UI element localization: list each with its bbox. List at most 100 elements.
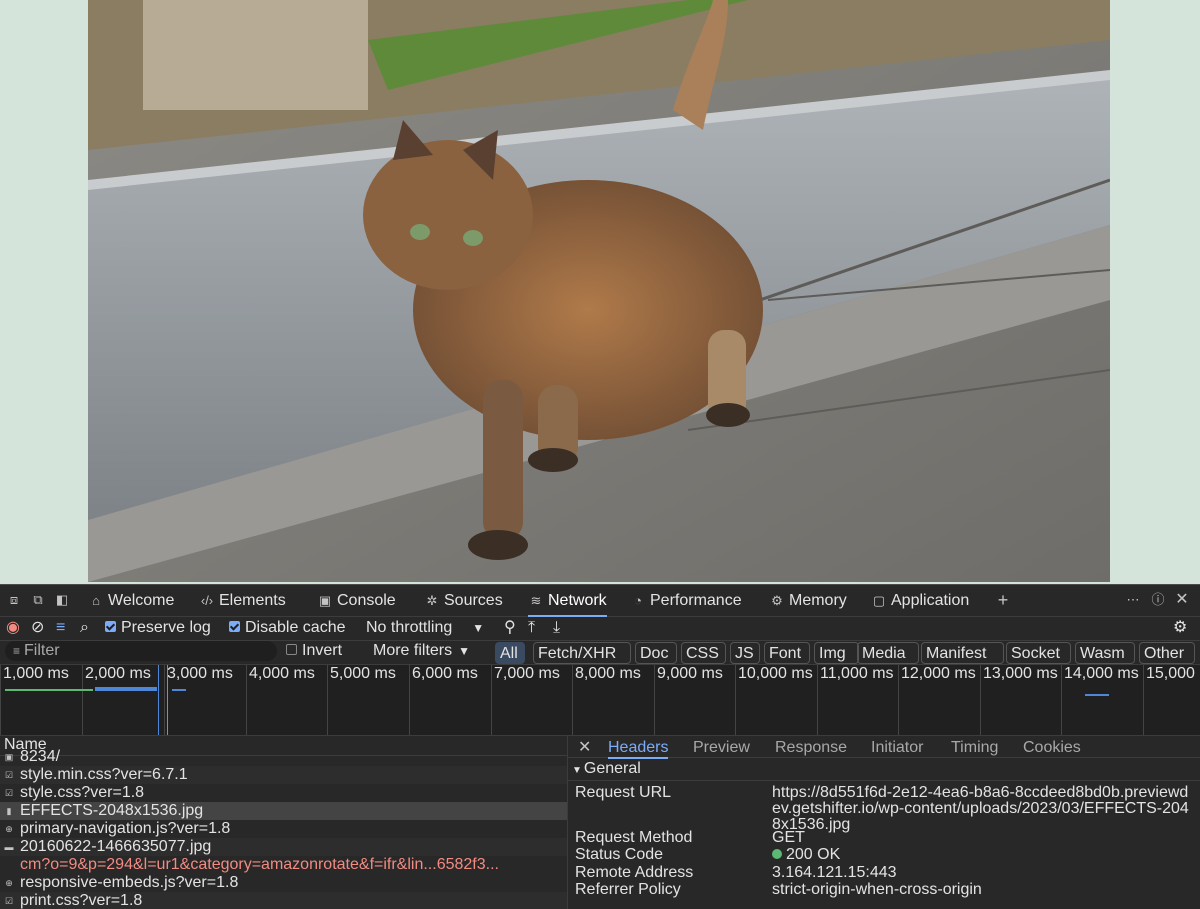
timeline-tick: 13,000 ms (980, 665, 1058, 735)
chevron-down-icon: ▼ (472, 621, 485, 635)
devtools-tabbar: ⧈ ⧉ ◧ ⌂ Welcome ‹/› Elements ▣ Console ✲ Sou… (0, 585, 1200, 617)
status-code-label: Status Code (575, 846, 664, 863)
filter-type-other[interactable]: Other (1139, 642, 1195, 664)
tab-performance[interactable]: ◔ Performance (630, 590, 742, 612)
filter-type-media[interactable]: Media (857, 642, 919, 664)
wifi-icon: ≋ (530, 593, 542, 608)
network-conditions-icon[interactable]: ⚲ (504, 619, 516, 637)
request-row[interactable]: ☑ style.css?ver=1.8 (0, 784, 567, 802)
request-url-value: https://8d551f6d-2e12-4ea6-b8a6-8ccdeed8… (772, 784, 1189, 833)
search-icon[interactable]: ⌕ (80, 619, 89, 637)
record-icon[interactable]: ◉ (6, 619, 20, 637)
referrer-policy-label: Referrer Policy (575, 881, 681, 898)
network-timeline-overview[interactable]: 1,000 ms 2,000 ms 3,000 ms 4,000 ms 5,00… (0, 664, 1200, 736)
remote-address-value: 3.164.121.15:443 (772, 864, 897, 881)
remote-address-label: Remote Address (575, 864, 694, 881)
filter-type-font[interactable]: Font (764, 642, 810, 664)
timeline-bar (95, 687, 157, 691)
network-lower-pane: Name ▣ 8234/ ☑ style.min.css?ver=6.7.1 ☑ st… (0, 735, 1200, 909)
filter-type-manifest[interactable]: Manifest (921, 642, 1004, 664)
filter-type-css[interactable]: CSS (681, 642, 726, 664)
export-har-icon[interactable]: ⤓ (553, 619, 560, 637)
filter-type-img[interactable]: Img (814, 642, 859, 664)
tab-memory[interactable]: ⚙ Memory (769, 590, 847, 612)
timeline-bar (1085, 694, 1109, 696)
filter-type-js[interactable]: JS (730, 642, 760, 664)
request-url-label: Request URL (575, 784, 672, 801)
filter-type-fetch-xhr[interactable]: Fetch/XHR (533, 642, 631, 664)
dock-side-icon[interactable]: ◧ (53, 591, 71, 609)
request-method-value: GET (772, 829, 805, 846)
close-icon[interactable]: ✕ (1173, 591, 1191, 609)
request-row[interactable]: ▬ 20160622-1466635077.jpg (0, 838, 567, 856)
help-icon[interactable]: ⓘ (1149, 591, 1167, 609)
details-tabs: ✕ Headers Preview Response Initiator Tim… (568, 735, 1200, 759)
tab-response[interactable]: Response (775, 738, 847, 758)
filter-type-doc[interactable]: Doc (635, 642, 677, 664)
window-icon: ▢ (872, 593, 886, 608)
preserve-log-checkbox[interactable]: Preserve log (105, 619, 211, 637)
add-tab-icon[interactable]: + (994, 591, 1012, 609)
tab-welcome[interactable]: ⌂ Welcome (88, 590, 174, 612)
script-icon: ⊕ (5, 878, 13, 888)
network-toolbar: ◉ ⊘ ≡ ⌕ Preserve log Disable cache No th… (0, 616, 1200, 641)
request-details: ✕ Headers Preview Response Initiator Tim… (568, 735, 1200, 909)
invert-checkbox[interactable]: Invert (286, 642, 342, 660)
referrer-policy-value: strict-origin-when-cross-origin (772, 881, 982, 898)
more-filters-dropdown[interactable]: More filters ▼ (373, 642, 470, 660)
timeline-tick: 1,000 ms (0, 665, 69, 735)
disable-cache-checkbox[interactable]: Disable cache (229, 619, 346, 637)
timeline-tick: 7,000 ms (491, 665, 560, 735)
filter-type-wasm[interactable]: Wasm (1075, 642, 1135, 664)
triangle-down-icon: ▼ (572, 765, 582, 776)
device-toolbar-icon[interactable]: ⧈ (5, 591, 23, 609)
load-event-line (167, 665, 168, 735)
close-details-icon[interactable]: ✕ (578, 738, 591, 758)
cat-photo-illustration (88, 0, 1110, 582)
request-row[interactable]: ☑ print.css?ver=1.8 (0, 892, 567, 909)
request-row[interactable]: ⊕ responsive-embeds.js?ver=1.8 (0, 874, 567, 892)
request-row[interactable]: ⊕ primary-navigation.js?ver=1.8 (0, 820, 567, 838)
tab-preview[interactable]: Preview (693, 738, 750, 758)
stylesheet-icon: ☑ (4, 788, 14, 798)
request-row[interactable]: ☑ style.min.css?ver=6.7.1 (0, 766, 567, 784)
tab-timing[interactable]: Timing (951, 738, 998, 758)
request-row[interactable]: ▣ 8234/ (0, 748, 567, 766)
network-settings-icon[interactable]: ⚙ (1173, 619, 1187, 637)
request-row-selected[interactable]: ▮ EFFECTS-2048x1536.jpg (0, 802, 567, 820)
status-ok-icon (772, 849, 782, 859)
request-url-row: Request URL https://8d551f6d-2e12-4ea6-b… (568, 784, 1200, 833)
tab-sources[interactable]: ✲ Sources (424, 590, 503, 612)
filter-type-socket[interactable]: Socket (1006, 642, 1071, 664)
general-section-header[interactable]: ▼ General (568, 758, 1200, 781)
tab-headers[interactable]: Headers (608, 738, 669, 759)
timeline-tick: 14,000 ms (1061, 665, 1139, 735)
throttling-select[interactable]: No throttling ▼ (366, 619, 484, 637)
filter-toggle-icon[interactable]: ≡ (56, 619, 65, 637)
tab-cookies[interactable]: Cookies (1023, 738, 1081, 758)
gauge-icon: ◔ (634, 593, 642, 608)
remote-address-row: Remote Address 3.164.121.15:443 (568, 865, 1200, 882)
clear-icon[interactable]: ⊘ (31, 619, 44, 637)
checkbox-checked-icon (229, 621, 240, 632)
inspect-icon[interactable]: ⧉ (29, 591, 47, 609)
timeline-tick: 10,000 ms (735, 665, 813, 735)
timeline-tick: 2,000 ms (82, 665, 151, 735)
checkbox-unchecked-icon (286, 644, 297, 655)
import-har-icon[interactable]: ⤒ (528, 619, 535, 637)
tab-elements[interactable]: ‹/› Elements (199, 590, 286, 612)
tab-application[interactable]: ▢ Application (871, 590, 969, 612)
filter-input[interactable]: ≡ Filter (5, 641, 277, 661)
request-row-error[interactable]: cm?o=9&p=294&l=ur1&category=amazonrotate… (0, 856, 567, 874)
referrer-policy-row: Referrer Policy strict-origin-when-cross… (568, 882, 1200, 899)
document-icon: ▣ (4, 752, 14, 762)
timeline-tick: 11,000 ms (817, 665, 894, 735)
filter-type-all[interactable]: All (495, 642, 525, 664)
stylesheet-icon: ☑ (4, 896, 14, 906)
chevron-down-icon: ▼ (458, 644, 471, 658)
tab-initiator[interactable]: Initiator (871, 738, 923, 758)
tab-network[interactable]: ≋ Network (528, 590, 607, 617)
filter-icon: ≡ (13, 644, 21, 658)
tab-console[interactable]: ▣ Console (317, 590, 396, 612)
more-options-icon[interactable]: ⋯ (1124, 591, 1142, 609)
